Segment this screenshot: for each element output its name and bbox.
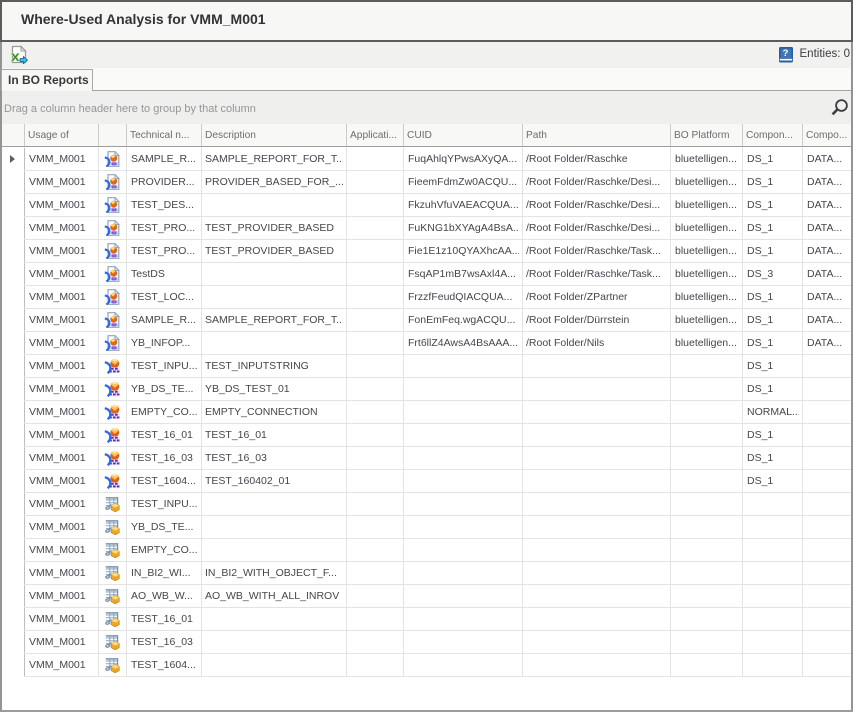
svg-text:?: ? (783, 48, 789, 59)
